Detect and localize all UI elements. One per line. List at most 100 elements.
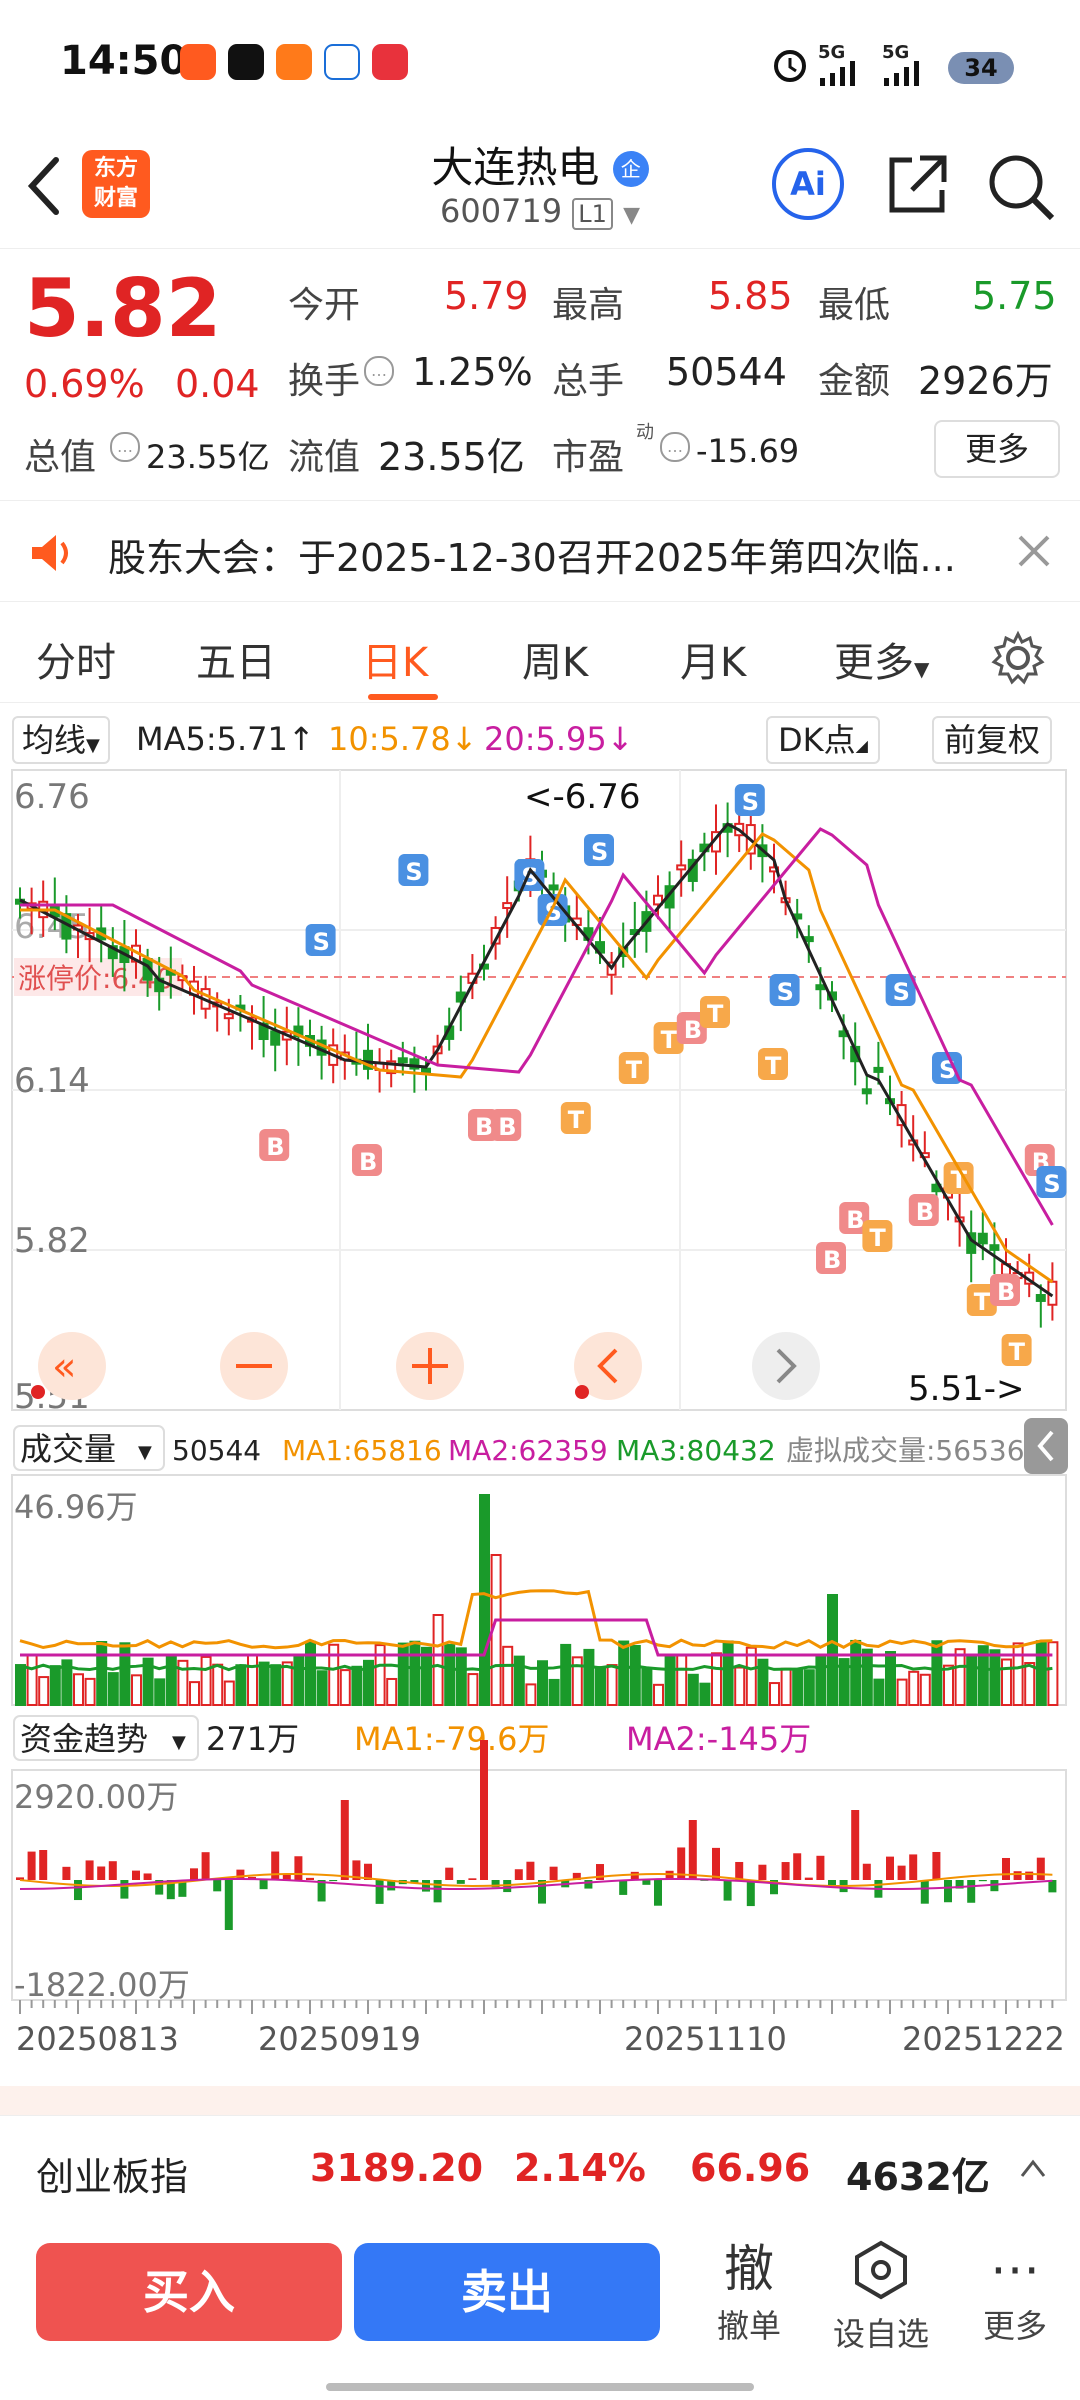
app-notification-icon: [228, 44, 264, 80]
svg-text:S: S: [777, 978, 794, 1006]
trade-marker[interactable]: B: [908, 1194, 939, 1226]
more-actions-button[interactable]: ⋯ 更多: [960, 2237, 1070, 2347]
svg-text:S: S: [1043, 1170, 1060, 1198]
volume-bar: [73, 1673, 84, 1706]
tab-more-label: 更多: [834, 640, 914, 686]
info-icon[interactable]: …: [364, 356, 394, 386]
app-notification-icon: [324, 44, 360, 80]
svg-text:T: T: [974, 1288, 991, 1316]
svg-text:S: S: [545, 898, 562, 926]
candle: [989, 1244, 1000, 1251]
sell-button[interactable]: 卖出: [354, 2243, 660, 2341]
capital-bar: [746, 1880, 755, 1907]
trade-marker[interactable]: B: [816, 1242, 846, 1274]
date-label: 20250813: [16, 2020, 179, 2058]
capital-bar: [723, 1880, 732, 1901]
volume-ma2: MA2:62359: [448, 1434, 608, 1467]
trade-marker[interactable]: T: [560, 1102, 591, 1134]
scroll-left-fast-button[interactable]: «: [38, 1332, 106, 1400]
volume-bar: [1001, 1658, 1012, 1706]
capital-bar: [1025, 1871, 1034, 1880]
search-icon[interactable]: [984, 150, 1058, 224]
tab-more[interactable]: 更多▼: [834, 630, 929, 688]
capital-axis-top: 2920.00万: [14, 1778, 178, 1816]
close-icon[interactable]: [1016, 533, 1052, 569]
svg-text:S: S: [893, 978, 910, 1006]
svg-text:S: S: [313, 928, 330, 956]
tab-weekly-k[interactable]: 周K: [522, 630, 588, 688]
volume-bar: [954, 1648, 966, 1706]
trade-marker[interactable]: B: [491, 1109, 522, 1141]
trade-marker[interactable]: S: [932, 1052, 962, 1084]
trade-marker[interactable]: T: [758, 1048, 788, 1080]
trade-marker[interactable]: S: [734, 784, 765, 816]
virtual-volume: 虚拟成交量:56536: [786, 1434, 1025, 1467]
app-notification-icon: [276, 44, 312, 80]
volume-bar: [815, 1655, 827, 1706]
float-value: 23.55亿: [378, 435, 525, 479]
volume-bar: [1012, 1642, 1024, 1706]
announcement-bar[interactable]: 股东大会：于2025-12-30召开2025年第四次临...: [0, 500, 1080, 602]
tab-intraday[interactable]: 分时: [36, 630, 116, 688]
candle: [223, 1013, 234, 1020]
more-label: 更多: [982, 2307, 1047, 2345]
zoom-in-button[interactable]: [396, 1332, 464, 1400]
home-indicator: [326, 2383, 754, 2391]
change-amount: 0.04: [175, 362, 260, 406]
open-value: 5.79: [444, 274, 529, 318]
trade-marker[interactable]: S: [584, 834, 614, 866]
volume-bar: [270, 1664, 282, 1706]
zoom-out-button[interactable]: [220, 1332, 288, 1400]
capital-bar: [468, 1878, 477, 1880]
volume-bar: [293, 1654, 305, 1706]
capital-bar: [143, 1873, 152, 1880]
capital-bar: [862, 1863, 871, 1880]
date-label: 20251110: [624, 2020, 787, 2058]
ai-assistant-button[interactable]: Ai: [772, 148, 844, 220]
capital-bar: [62, 1866, 71, 1880]
share-icon[interactable]: [882, 150, 952, 220]
volume-ma3: MA3:80432: [616, 1434, 776, 1467]
trade-marker[interactable]: B: [990, 1274, 1020, 1306]
trade-marker[interactable]: S: [305, 924, 336, 956]
candle: [1035, 1294, 1046, 1302]
scroll-right-button[interactable]: [752, 1332, 820, 1400]
settings-icon[interactable]: [990, 630, 1046, 686]
index-ticker-bar[interactable]: 创业板指 3189.20 2.14% 66.96 4632亿: [0, 2115, 1080, 2226]
add-watchlist-button[interactable]: 设自选: [826, 2237, 936, 2355]
tab-monthly-k[interactable]: 月K: [680, 630, 746, 688]
trade-marker[interactable]: T: [1001, 1334, 1032, 1366]
capital-bar: [793, 1853, 802, 1880]
volume-bar: [606, 1664, 618, 1706]
volume-value: 50544: [172, 1434, 261, 1467]
turnover-value: 1.25%: [412, 350, 533, 394]
volume-bar: [502, 1645, 514, 1707]
cancel-order-button[interactable]: 撤 撤单: [694, 2237, 804, 2347]
more-quote-button[interactable]: 更多: [934, 420, 1060, 478]
buy-button[interactable]: 买入: [36, 2243, 342, 2341]
svg-text:B: B: [684, 1016, 702, 1044]
hexagon-watch-icon: [855, 2240, 907, 2300]
kline-chart[interactable]: 涨停价:6.40 6.76 6.45 6.14 5.82 5.51 <-6.76…: [0, 705, 1080, 2085]
chevron-up-icon[interactable]: [1018, 2156, 1048, 2180]
trade-marker[interactable]: T: [700, 996, 730, 1028]
capital-bar: [259, 1880, 268, 1890]
trade-marker[interactable]: B: [352, 1144, 382, 1176]
tab-five-day[interactable]: 五日: [196, 630, 276, 688]
trade-marker[interactable]: B: [259, 1129, 290, 1161]
signal-icon: [820, 61, 855, 86]
mktcap-label: 总值: [24, 437, 97, 478]
trade-marker[interactable]: T: [618, 1052, 649, 1084]
svg-text:B: B: [498, 1113, 516, 1141]
trade-marker[interactable]: T: [862, 1220, 893, 1252]
candle: [676, 864, 687, 871]
tab-daily-k[interactable]: 日K: [362, 630, 428, 688]
info-icon[interactable]: …: [660, 432, 690, 462]
info-icon[interactable]: …: [110, 432, 140, 462]
trade-marker[interactable]: S: [769, 974, 800, 1006]
trade-marker[interactable]: S: [398, 854, 429, 886]
trade-marker[interactable]: S: [1036, 1166, 1067, 1198]
watch-label: 设自选: [832, 2315, 929, 2353]
collapse-panel-button[interactable]: [1024, 1418, 1068, 1474]
volume-bar: [38, 1676, 50, 1707]
